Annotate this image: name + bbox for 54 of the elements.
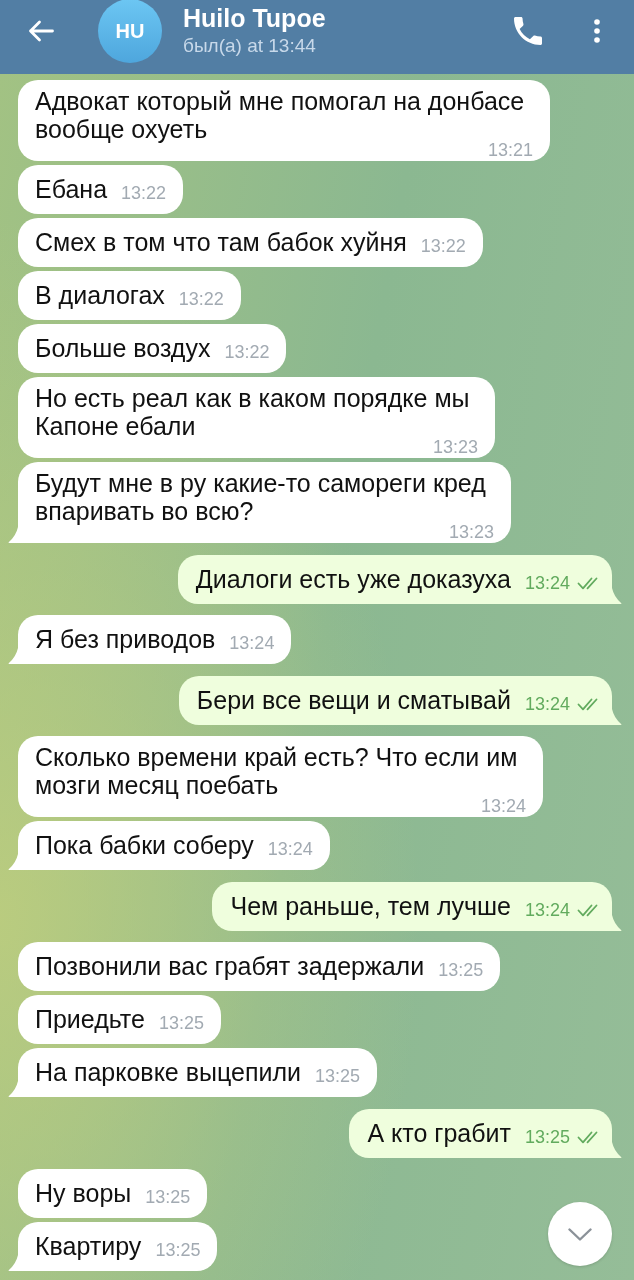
message-text: Ну воры [35, 1179, 132, 1207]
message-text: Диалоги есть уже доказуха [195, 564, 511, 593]
message-time: 13:25 [145, 1191, 191, 1204]
message-time: 13:25 [438, 964, 484, 977]
bubble-tail-icon [8, 854, 20, 870]
message-text: Смех в том что там бабок хуйня [35, 228, 407, 256]
chevron-down-icon [568, 1227, 592, 1241]
message-time: 13:25 [158, 1017, 204, 1030]
bubble-tail-icon [610, 708, 622, 725]
avatar[interactable]: HU [98, 0, 162, 63]
message-time: 13:22 [224, 346, 270, 359]
message-time: 13:25 [314, 1070, 360, 1083]
phone-icon[interactable] [514, 17, 542, 45]
bubble-tail-icon [610, 587, 622, 604]
message-time: 13:23 [432, 441, 478, 454]
contact-name: Huilo Tupoe [183, 3, 327, 33]
bubble-tail-icon [8, 1081, 20, 1097]
message-time: 13:25 [155, 1244, 201, 1257]
message-time: 13:22 [121, 187, 167, 200]
message-text: Больше воздух [35, 334, 211, 362]
back-arrow-icon[interactable] [28, 20, 54, 42]
message-text: Сколько времени край есть? Что если им мозги месяц поебать [35, 743, 519, 799]
last-seen-status: был(а) at 13:44 [183, 34, 317, 58]
message-text: Приедьте [35, 1005, 145, 1033]
message-text: Позвонили вас грабят задержали [35, 952, 425, 980]
message-time: 13:24 [267, 843, 313, 856]
bubble-tail-icon [8, 527, 20, 543]
message-time: 13:22 [178, 293, 224, 306]
message-time: 13:24 [524, 903, 570, 917]
more-options-icon[interactable] [594, 19, 600, 43]
message-time: 13:22 [420, 240, 466, 253]
message-text: А кто грабит [367, 1118, 511, 1147]
bubble-tail-icon [8, 1255, 20, 1271]
message-text: Бери все вещи и сматывай [196, 685, 511, 714]
bubble-tail-icon [610, 914, 622, 931]
message-text: Квартиру [35, 1232, 142, 1260]
message-time: 13:24 [480, 800, 526, 813]
message-text: На парковке выцепили [35, 1058, 301, 1086]
bubble-tail-icon [610, 1141, 622, 1158]
bubble-tail-icon [8, 648, 20, 664]
message-text: Будут мне в ру какие-то самореги кред впаривать во всю? [35, 469, 487, 525]
message-text: Пока бабки соберу [35, 831, 254, 859]
message-time: 13:21 [487, 144, 533, 157]
message-text: Но есть реал как в каком порядке мы Капоне ебали [35, 384, 471, 440]
message-text: В диалогах [35, 281, 165, 309]
message-time: 13:25 [524, 1130, 570, 1144]
message-text: Чем раньше, тем лучше [230, 891, 511, 920]
message-text: Я без приводов [35, 625, 216, 653]
message-text: Адвокат который мне помогал на донбасе вообще охуеть [35, 87, 526, 143]
message-text: Ебана [35, 175, 108, 203]
message-time: 13:23 [448, 526, 494, 539]
message-time: 13:24 [229, 637, 275, 650]
message-time: 13:24 [524, 576, 570, 590]
message-time: 13:24 [524, 697, 570, 711]
